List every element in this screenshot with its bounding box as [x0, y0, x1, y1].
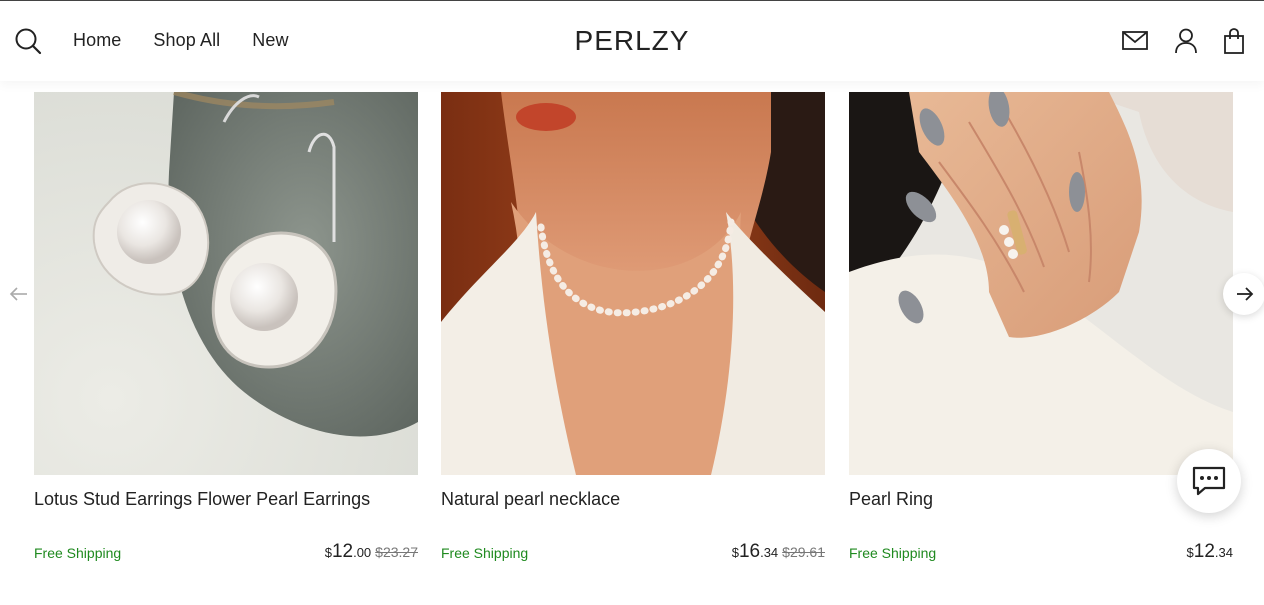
site-logo[interactable]: PERLZY [575, 25, 690, 56]
nav-shop-all[interactable]: Shop All [153, 30, 220, 51]
original-price: $23.27 [375, 544, 418, 560]
price-integer: 16 [738, 541, 761, 562]
product-price: $12.00 $23.27 [325, 541, 418, 563]
original-price: $29.61 [782, 544, 825, 560]
product-image-ring[interactable] [849, 92, 1233, 475]
site-header: Home Shop All New PERLZY [0, 1, 1264, 81]
product-price: $12.34 [1187, 541, 1233, 563]
shipping-label: Free Shipping [441, 545, 529, 561]
product-carousel: Lotus Stud Earrings Flower Pearl Earring… [0, 92, 1264, 605]
price-currency: $ [324, 545, 332, 560]
price-decimal: .34 [760, 545, 779, 560]
mail-icon[interactable] [1121, 27, 1149, 55]
product-image-earrings[interactable] [34, 92, 418, 475]
product-card[interactable]: Natural pearl necklace Free Shipping $16… [441, 92, 825, 562]
product-title[interactable]: Pearl Ring [849, 489, 933, 510]
shipping-label: Free Shipping [34, 545, 122, 561]
price-currency: $ [731, 545, 739, 560]
price-integer: 12 [331, 541, 354, 562]
product-image-necklace[interactable] [441, 92, 825, 475]
nav-new[interactable]: New [252, 30, 288, 51]
search-icon[interactable] [14, 27, 42, 55]
product-card[interactable]: Pearl Ring Free Shipping $12.34 [849, 92, 1233, 562]
shipping-label: Free Shipping [849, 545, 937, 561]
product-title[interactable]: Lotus Stud Earrings Flower Pearl Earring… [34, 489, 370, 510]
nav-home[interactable]: Home [73, 30, 121, 51]
arrow-right-icon [1237, 287, 1254, 301]
product-price: $16.34 $29.61 [732, 541, 825, 563]
price-decimal: .00 [353, 545, 372, 560]
arrow-left-icon[interactable] [6, 281, 32, 307]
account-icon[interactable] [1172, 27, 1200, 55]
price-currency: $ [1186, 545, 1194, 560]
product-card[interactable]: Lotus Stud Earrings Flower Pearl Earring… [34, 92, 418, 562]
arrow-right-button[interactable] [1223, 273, 1264, 315]
chat-icon [1192, 466, 1226, 496]
cart-icon[interactable] [1220, 27, 1248, 55]
price-integer: 12 [1193, 541, 1215, 562]
chat-button[interactable] [1177, 449, 1241, 513]
main-nav: Home Shop All New [73, 30, 289, 51]
price-decimal: .34 [1214, 545, 1233, 560]
product-title[interactable]: Natural pearl necklace [441, 489, 620, 510]
